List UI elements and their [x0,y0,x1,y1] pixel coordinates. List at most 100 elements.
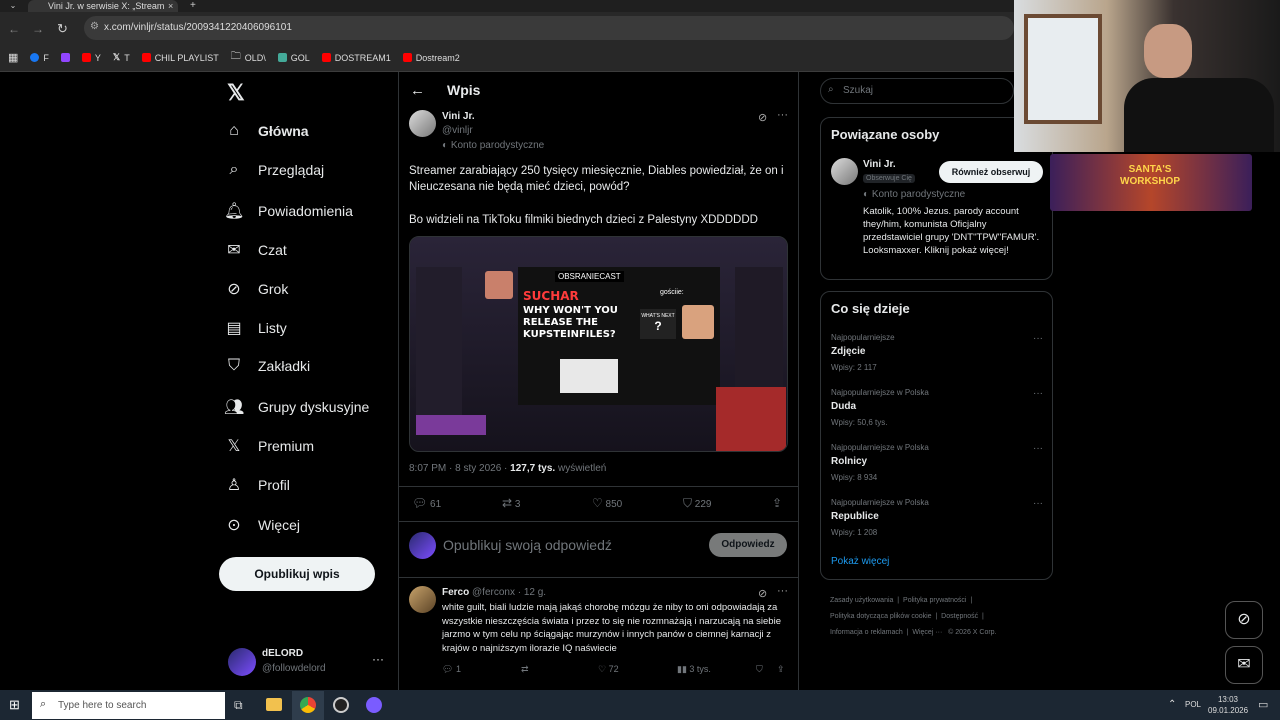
share-icon[interactable]: ⇪ [772,496,782,510]
related-avatar[interactable] [831,158,858,185]
footer-link[interactable]: Polityka prywatności [903,597,966,604]
new-tab-icon[interactable]: + [190,0,202,12]
nav-item-chat[interactable]: ✉ Czat [224,240,287,260]
nav-item-communities[interactable]: 👥︎ Grupy dyskusyjne [224,397,369,417]
post-author-name[interactable]: Vini Jr. [442,111,475,122]
trend-item[interactable]: Najpopularniejsze w Polska Rolnicy Wpisy: … [831,443,1043,482]
back-arrow-icon[interactable]: ← [410,82,425,99]
reply-count-button[interactable]: 💬︎ 61 [412,496,441,510]
like-button[interactable]: ♡ 850 [592,496,622,510]
avatar [409,532,436,559]
nav-item-profile[interactable]: ♙ Profil [224,475,290,495]
nav-item-grok[interactable]: ⊘ Grok [224,279,288,299]
footer-link[interactable]: Dostępność [941,613,978,620]
nav-item-explore[interactable]: ⌕ Przeglądaj [224,161,325,179]
tab-close-icon[interactable]: × [168,0,178,12]
parody-badge: ◐ Konto parodystyczne [442,140,545,151]
bookmark-chil-playlist[interactable]: CHIL PLAYLIST [141,53,219,63]
bookmark-f[interactable]: F [30,53,49,63]
more-icon[interactable]: ··· [372,652,384,666]
language-indicator[interactable]: POL [1185,700,1201,709]
trend-item[interactable]: Najpopularniejsze w Polska Duda Wpisy: 50,… [831,388,1043,427]
bookmark-t[interactable]: 𝕏T [113,52,130,63]
nav-item-notifications[interactable]: 🔔︎ Powiadomienia [224,201,353,221]
grok-icon[interactable]: ⊘ [758,587,767,600]
nav-item-more[interactable]: ⊙ Więcej [224,515,300,535]
back-icon[interactable]: ← [8,22,20,36]
trend-item[interactable]: Najpopularniejsze w Polska Republice Wpisy… [831,498,1043,537]
chart-icon: ▮▮ [677,664,687,674]
reply-more-icon[interactable]: ··· [777,585,788,597]
browser-tab[interactable]: Vini Jr. w serwisie X: „Stream [28,0,178,12]
apps-icon[interactable]: ▦ [8,51,18,64]
media-webcam [716,387,786,451]
media-whats-next: WHAT'S NEXT? [640,309,676,339]
tab-menu-icon[interactable]: ⌄ [4,0,22,12]
post-author-handle[interactable]: @vinljr [442,125,473,136]
bookmark-gol[interactable]: GOL [277,53,310,63]
search-input[interactable]: Szukaj [820,78,1014,104]
bell-icon: 🔔︎ [224,203,245,220]
show-more-link[interactable]: Pokaż więcej [831,556,889,567]
discord-icon[interactable] [366,697,382,713]
bookmark-dostream2[interactable]: Dostream2 [402,53,460,63]
bookmark-button[interactable]: ⛉ 229 [683,496,711,511]
nav-item-bookmarks[interactable]: ⛉ Zakładki [224,357,310,375]
taskbar-active-app[interactable] [292,691,324,720]
search-icon: ⌕ [40,698,47,710]
grok-icon[interactable]: ⊘ [1225,601,1263,639]
reply-input[interactable]: Opublikuj swoją odpowiedź [443,537,612,553]
footer-link[interactable]: Zasady użytkowania [830,597,893,604]
tray-chevron-icon[interactable]: ⌃ [1168,699,1176,710]
reply-author-avatar[interactable] [409,586,436,613]
file-explorer-icon[interactable] [266,698,282,711]
bookmark-old[interactable]: 🗀 OLD\ [231,49,266,66]
trend-more-icon: ··· [1033,443,1043,454]
webcam-person [1144,24,1192,78]
taskbar-search[interactable]: Type here to search [32,692,225,719]
obs-icon[interactable] [333,697,349,713]
url-field[interactable]: x.com/vinljr/status/2009341220406096101 [84,16,1014,40]
task-view-icon[interactable]: ⧉ [234,698,243,713]
post-button[interactable]: Opublikuj wpis [219,557,375,591]
reload-icon[interactable]: ↻ [57,21,68,37]
clock[interactable]: 13:03 09.01.2026 [1208,694,1248,716]
bookmark-icon: ⛉ [227,357,240,374]
footer-link[interactable]: Informacja o reklamach [830,629,903,636]
heart-icon: ♡ [598,664,607,674]
nav-item-home[interactable]: ⌂ Główna [224,122,308,140]
messages-icon[interactable]: ✉ [1225,646,1263,684]
notifications-icon[interactable]: ▭ [1258,698,1268,711]
repost-button[interactable]: ⇄ 3 [502,496,520,510]
nav-item-premium[interactable]: 𝕏 Premium [224,436,314,456]
related-name[interactable]: Vini Jr. [863,159,896,170]
footer-links: Zasady użytkowania | Polityka prywatnośc… [830,597,997,636]
windows-start-icon[interactable]: ⊞ [9,698,23,712]
reply-repost-button[interactable]: ⇄ [521,664,529,675]
bookmark-dostream1[interactable]: DOSTREAM1 [321,53,391,63]
post-more-icon[interactable]: ··· [777,109,788,121]
site-info-icon[interactable]: ⚙ [90,21,99,32]
copyright: © 2026 X Corp. [948,629,997,636]
reply-like-button[interactable]: ♡ 72 [598,664,619,675]
reply-button[interactable]: Odpowiedz [709,533,787,557]
account-switcher[interactable]: dELORD @followdelord ··· [228,646,388,678]
reply-views[interactable]: ▮▮ 3 tys. [677,664,711,675]
post-media[interactable]: OBSRANIECAST SUCHAR WHY WON'T YOU RELEASE… [409,236,788,452]
forward-icon[interactable]: → [32,22,44,36]
reply-reply-button[interactable]: 💬︎ 1 [442,664,461,675]
account-handle: @followdelord [262,663,326,674]
trend-item[interactable]: Najpopularniejsze Zdjęcie Wpisy: 2 117 ··· [831,333,1043,372]
bookmark-icon[interactable]: ⛉ [756,664,763,675]
bookmark-y[interactable]: Y [81,53,101,63]
share-icon[interactable]: ⇪ [777,664,785,675]
bookmark-twitch[interactable] [60,53,70,62]
nav-item-lists[interactable]: ▤ Listy [224,318,286,338]
post-author-avatar[interactable] [409,110,436,137]
mail-icon: ✉ [227,242,241,259]
footer-link[interactable]: Polityka dotycząca plików cookie [830,613,932,620]
follow-back-button[interactable]: Również obserwuj [939,161,1043,183]
trend-more-icon: ··· [1033,498,1043,509]
footer-link[interactable]: Więcej ··· [912,629,942,636]
grok-icon[interactable]: ⊘ [758,111,767,124]
